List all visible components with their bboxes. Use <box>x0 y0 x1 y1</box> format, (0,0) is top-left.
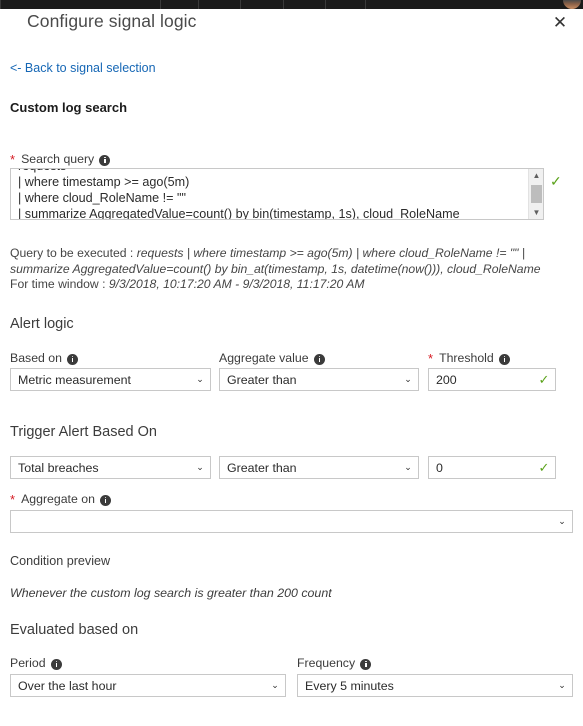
scroll-up-icon[interactable]: ▲ <box>529 169 543 182</box>
condition-preview-text: Whenever the custom log search is greate… <box>10 586 332 600</box>
period-select[interactable]: Over the last hour ⌄ <box>10 674 286 697</box>
section-heading-alert-logic: Alert logic <box>10 316 74 332</box>
breach-operator-value: Greater than <box>227 460 297 475</box>
required-marker: * <box>10 491 16 507</box>
frequency-value: Every 5 minutes <box>305 678 394 693</box>
threshold-label: * Threshold <box>428 351 510 365</box>
chevron-down-icon: ⌄ <box>404 374 412 384</box>
portal-top-bar <box>0 0 583 9</box>
chevron-down-icon: ⌄ <box>558 516 566 526</box>
info-icon[interactable] <box>360 658 372 670</box>
chevron-down-icon: ⌄ <box>196 374 204 384</box>
breach-operator-select[interactable]: Greater than ⌄ <box>219 456 419 479</box>
breach-type-value: Total breaches <box>18 460 99 475</box>
page-title: Configure signal logic <box>27 11 197 31</box>
topbar-divider <box>283 0 284 9</box>
time-window-value: 9/3/2018, 10:17:20 AM - 9/3/2018, 11:17:… <box>108 277 365 291</box>
close-icon[interactable]: ✕ <box>548 10 572 34</box>
aggregate-value-select[interactable]: Greater than ⌄ <box>219 368 419 391</box>
breach-count-input[interactable]: 0 ✓ <box>428 456 556 479</box>
search-query-input[interactable]: requests | where timestamp >= ago(5m) | … <box>10 168 544 220</box>
info-icon[interactable] <box>99 494 111 506</box>
topbar-divider <box>0 0 1 9</box>
section-heading-evaluated-based-on: Evaluated based on <box>10 622 139 638</box>
topbar-divider <box>240 0 241 9</box>
info-icon[interactable] <box>66 353 78 365</box>
search-query-valid-check-icon: ✓ <box>550 173 562 189</box>
breach-type-select[interactable]: Total breaches ⌄ <box>10 456 211 479</box>
based-on-value: Metric measurement <box>18 372 131 387</box>
back-to-signal-selection-link[interactable]: <- Back to signal selection <box>10 61 156 75</box>
chevron-down-icon: ⌄ <box>196 462 204 472</box>
period-value: Over the last hour <box>18 678 117 693</box>
scrollbar-thumb[interactable] <box>531 185 542 203</box>
period-label: Period <box>10 656 62 670</box>
info-icon[interactable] <box>313 353 325 365</box>
query-executed-prefix: Query to be executed : <box>10 246 137 260</box>
section-heading-condition-preview: Condition preview <box>10 554 111 568</box>
frequency-label: Frequency <box>297 656 372 670</box>
required-marker: * <box>10 151 16 167</box>
frequency-select[interactable]: Every 5 minutes ⌄ <box>297 674 573 697</box>
search-query-label-text: Search query <box>21 152 95 166</box>
based-on-label: Based on <box>10 351 78 365</box>
user-avatar[interactable] <box>563 0 581 9</box>
info-icon[interactable] <box>99 154 111 166</box>
breach-count-value: 0 <box>436 460 443 475</box>
scroll-down-icon[interactable]: ▼ <box>529 206 543 219</box>
info-icon[interactable] <box>50 658 62 670</box>
section-heading-custom-log-search: Custom log search <box>10 100 128 115</box>
based-on-select[interactable]: Metric measurement ⌄ <box>10 368 211 391</box>
topbar-divider <box>198 0 199 9</box>
threshold-value: 200 <box>436 372 457 387</box>
period-label-text: Period <box>10 656 46 670</box>
based-on-label-text: Based on <box>10 351 62 365</box>
breach-count-valid-check-icon: ✓ <box>538 459 550 475</box>
aggregate-value-label-text: Aggregate value <box>219 351 309 365</box>
time-window-prefix: For time window : <box>10 277 109 291</box>
topbar-divider <box>365 0 366 9</box>
aggregate-on-label-text: Aggregate on <box>21 492 95 506</box>
threshold-label-text: Threshold <box>439 351 494 365</box>
chevron-down-icon: ⌄ <box>271 680 279 690</box>
topbar-divider <box>160 0 161 9</box>
query-to-be-executed: Query to be executed : requests | where … <box>10 246 576 277</box>
search-query-label: * Search query <box>10 151 111 167</box>
chevron-down-icon: ⌄ <box>404 462 412 472</box>
aggregate-on-label: * Aggregate on <box>10 492 111 506</box>
chevron-down-icon: ⌄ <box>558 680 566 690</box>
threshold-input[interactable]: 200 ✓ <box>428 368 556 391</box>
frequency-label-text: Frequency <box>297 656 356 670</box>
info-icon[interactable] <box>498 353 510 365</box>
search-query-text: requests | where timestamp >= ago(5m) | … <box>18 169 460 220</box>
section-heading-trigger-alert: Trigger Alert Based On <box>10 424 157 440</box>
aggregate-on-select[interactable]: ⌄ <box>10 510 573 533</box>
threshold-valid-check-icon: ✓ <box>538 371 550 387</box>
required-marker: * <box>428 350 434 366</box>
aggregate-value-value: Greater than <box>227 372 297 387</box>
query-time-window: For time window : 9/3/2018, 10:17:20 AM … <box>10 277 576 293</box>
topbar-divider <box>325 0 326 9</box>
aggregate-value-label: Aggregate value <box>219 351 325 365</box>
search-query-scrollbar[interactable]: ▲ ▼ <box>528 169 543 219</box>
